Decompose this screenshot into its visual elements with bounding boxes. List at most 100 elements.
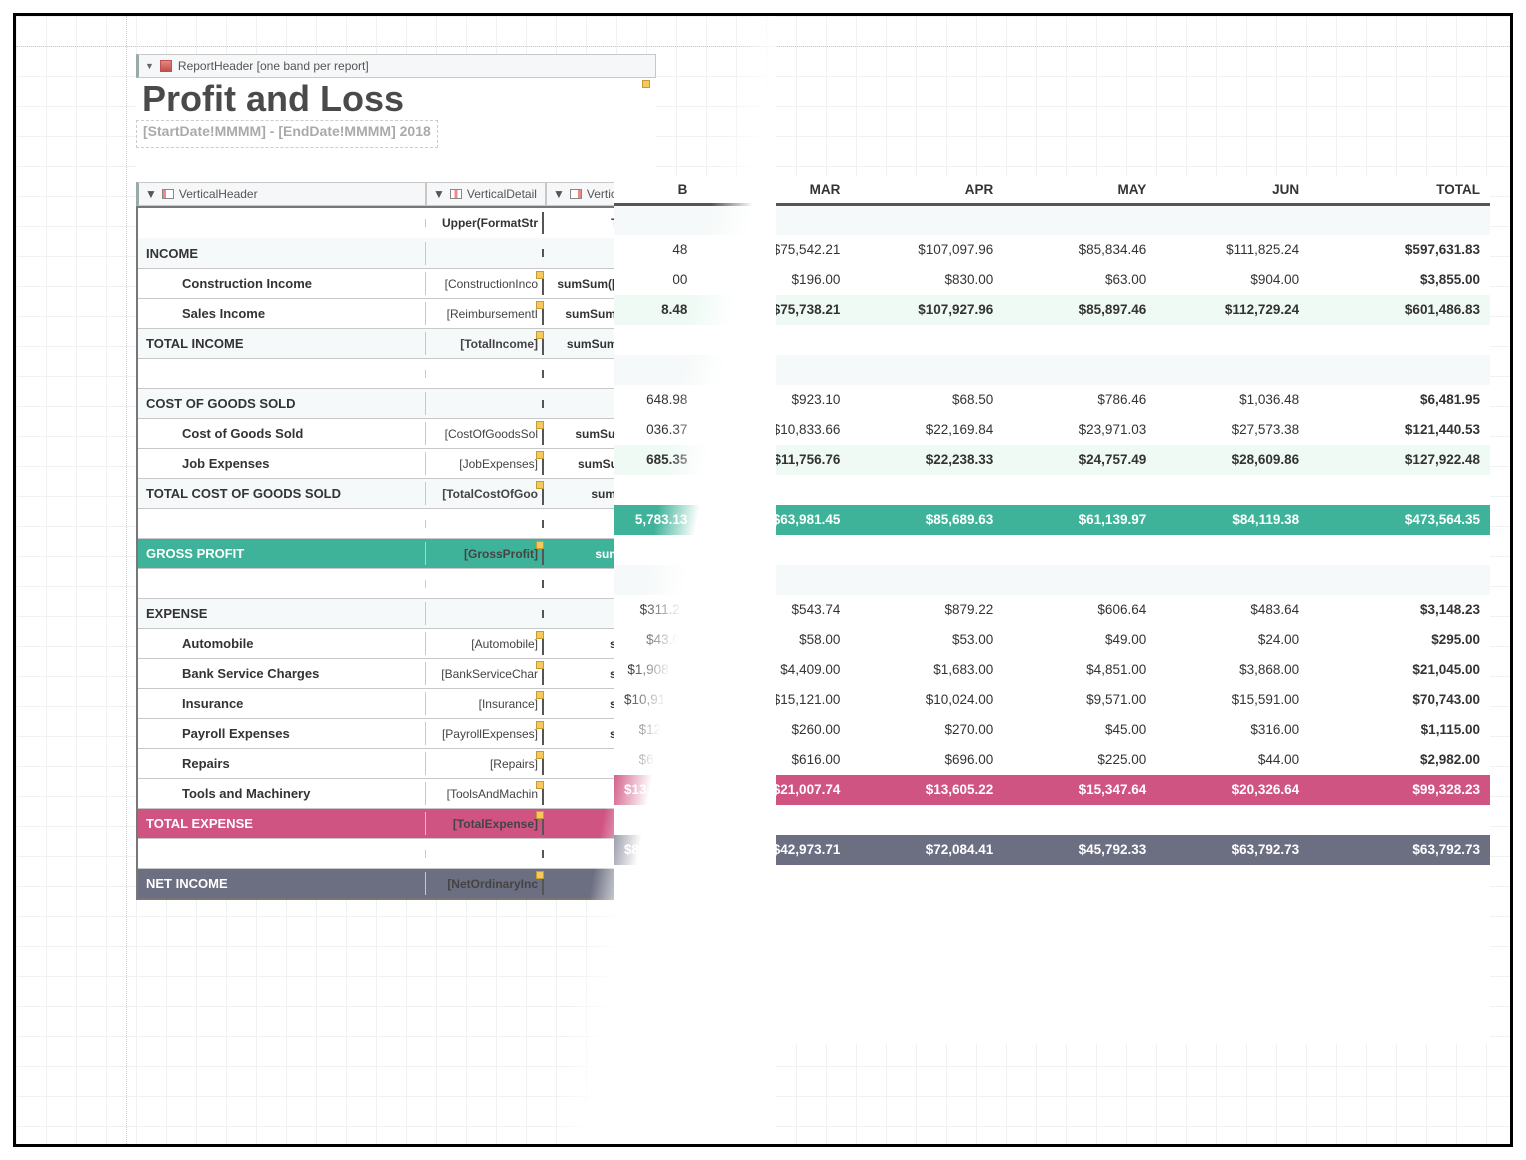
row-label[interactable]: Bank Service Charges <box>138 662 426 685</box>
crosstab-band-headers[interactable]: ▼ VerticalHeader ▼ VerticalDetail ▼ Vert… <box>136 182 656 206</box>
preview-column-header: JUN <box>1156 176 1309 205</box>
row-header-corner[interactable] <box>138 219 426 227</box>
row-expression[interactable]: [ConstructionInco <box>426 273 544 295</box>
preview-cell: $473,564.35 <box>1309 505 1490 535</box>
preview-cell: $6,481.95 <box>1309 385 1490 415</box>
preview-cell: $23,971.03 <box>1003 415 1156 445</box>
smart-tag-icon[interactable] <box>642 80 650 88</box>
smart-tag-icon[interactable] <box>536 631 544 639</box>
row-label[interactable]: Tools and Machinery <box>138 782 426 805</box>
smart-tag-icon[interactable] <box>536 661 544 669</box>
row-label[interactable]: TOTAL COST OF GOODS SOLD <box>138 482 426 505</box>
row-expression[interactable]: [CostOfGoodsSol <box>426 423 544 445</box>
crosstab-table[interactable]: Upper(FormatStr TOTAL INCOME Construction… <box>136 206 656 900</box>
preview-table: BMARAPRMAYJUNTOTAL 48$75,542.21$107,097.… <box>614 176 1490 865</box>
row-label[interactable]: NET INCOME <box>138 872 426 895</box>
preview-column-header: MAR <box>697 176 850 205</box>
smart-tag-icon[interactable] <box>536 811 544 819</box>
row-label[interactable]: EXPENSE <box>138 602 426 625</box>
preview-cell: $627.00 <box>614 745 697 775</box>
preview-cell: $24,757.49 <box>1003 445 1156 475</box>
preview-cell: $606.64 <box>1003 595 1156 625</box>
preview-cell: $63,792.73 <box>1309 835 1490 865</box>
preview-cell: $10,024.00 <box>850 685 1003 715</box>
row-expression[interactable] <box>426 249 544 257</box>
row-label[interactable]: Repairs <box>138 752 426 775</box>
collapse-icon[interactable]: ▼ <box>433 187 445 201</box>
row-expression[interactable]: [PayrollExpenses] <box>426 723 544 745</box>
preview-cell: $21,045.00 <box>1309 655 1490 685</box>
row-label[interactable]: TOTAL INCOME <box>138 332 426 355</box>
subtitle-label[interactable]: [StartDate!MMMM] - [EndDate!MMMM] 2018 <box>136 120 438 148</box>
preview-cell: $543.74 <box>697 595 850 625</box>
smart-tag-icon[interactable] <box>536 481 544 489</box>
smart-tag-icon[interactable] <box>536 271 544 279</box>
preview-cell: $121,440.53 <box>1309 415 1490 445</box>
row-expression[interactable]: [TotalIncome] <box>426 333 544 355</box>
smart-tag-icon[interactable] <box>536 871 544 879</box>
preview-cell: $483.64 <box>1156 595 1309 625</box>
smart-tag-icon[interactable] <box>536 721 544 729</box>
smart-tag-icon[interactable] <box>536 541 544 549</box>
preview-cell: $121.00 <box>614 715 697 745</box>
preview-cell: $15,121.00 <box>697 685 850 715</box>
row-expression[interactable]: [GrossProfit] <box>426 543 544 565</box>
row-label[interactable]: Construction Income <box>138 272 426 295</box>
row-label[interactable]: Payroll Expenses <box>138 722 426 745</box>
preview-cell: $2,982.00 <box>1309 745 1490 775</box>
designer-surface[interactable]: ▼ ReportHeader [one band per report] Pro… <box>136 54 656 900</box>
row-expression[interactable]: [ReimbursementI <box>426 303 544 325</box>
band-report-header[interactable]: ▼ ReportHeader [one band per report] <box>136 54 656 78</box>
collapse-icon[interactable]: ▼ <box>145 187 157 201</box>
row-expression[interactable]: [ToolsAndMachin <box>426 783 544 805</box>
preview-cell: $923.10 <box>697 385 850 415</box>
row-label[interactable]: GROSS PROFIT <box>138 542 426 565</box>
preview-cell: $63,981.45 <box>697 505 850 535</box>
smart-tag-icon[interactable] <box>536 691 544 699</box>
smart-tag-icon[interactable] <box>536 331 544 339</box>
preview-cell: $58.00 <box>697 625 850 655</box>
smart-tag-icon[interactable] <box>536 301 544 309</box>
preview-cell: $43.00 <box>614 625 697 655</box>
preview-cell: $53.00 <box>850 625 1003 655</box>
preview-cell: $601,486.83 <box>1309 295 1490 325</box>
preview-cell: $49.00 <box>1003 625 1156 655</box>
row-expression[interactable]: [NetOrdinaryInc <box>426 873 544 895</box>
row-expression[interactable]: [Automobile] <box>426 633 544 655</box>
row-label[interactable]: Automobile <box>138 632 426 655</box>
preview-cell: $107,927.96 <box>850 295 1003 325</box>
row-label[interactable]: Sales Income <box>138 302 426 325</box>
preview-cell: $72,084.41 <box>850 835 1003 865</box>
row-expression[interactable]: [JobExpenses] <box>426 453 544 475</box>
collapse-icon[interactable]: ▼ <box>145 61 154 71</box>
preview-column-header: TOTAL <box>1309 176 1490 205</box>
preview-cell: $830.00 <box>850 265 1003 295</box>
row-expression[interactable]: [TotalCostOfGoo <box>426 483 544 505</box>
row-label[interactable]: INCOME <box>138 242 426 265</box>
collapse-icon[interactable]: ▼ <box>553 187 565 201</box>
row-label[interactable]: Insurance <box>138 692 426 715</box>
row-expression[interactable]: [Repairs] <box>426 753 544 775</box>
preview-cell: 648.98 <box>614 385 697 415</box>
row-expression[interactable]: [BankServiceChar <box>426 663 544 685</box>
ruler-top <box>16 46 1510 47</box>
report-preview: BMARAPRMAYJUNTOTAL 48$75,542.21$107,097.… <box>614 176 1490 1044</box>
row-label[interactable]: Job Expenses <box>138 452 426 475</box>
smart-tag-icon[interactable] <box>536 451 544 459</box>
row-expression[interactable]: [Insurance] <box>426 693 544 715</box>
smart-tag-icon[interactable] <box>536 781 544 789</box>
preview-cell: $68.50 <box>850 385 1003 415</box>
preview-cell: $1,036.48 <box>1156 385 1309 415</box>
row-label[interactable]: TOTAL EXPENSE <box>138 812 426 835</box>
column-header-expr[interactable]: Upper(FormatStr <box>426 212 544 234</box>
row-label[interactable]: COST OF GOODS SOLD <box>138 392 426 415</box>
title-label[interactable]: Profit and Loss <box>136 78 656 120</box>
smart-tag-icon[interactable] <box>536 421 544 429</box>
row-label[interactable]: Cost of Goods Sold <box>138 422 426 445</box>
row-expression[interactable] <box>426 400 544 408</box>
smart-tag-icon[interactable] <box>536 751 544 759</box>
row-expression[interactable]: [TotalExpense] <box>426 813 544 835</box>
preview-cell: $316.00 <box>1156 715 1309 745</box>
vertical-detail-icon <box>450 189 462 199</box>
row-expression[interactable] <box>426 610 544 618</box>
